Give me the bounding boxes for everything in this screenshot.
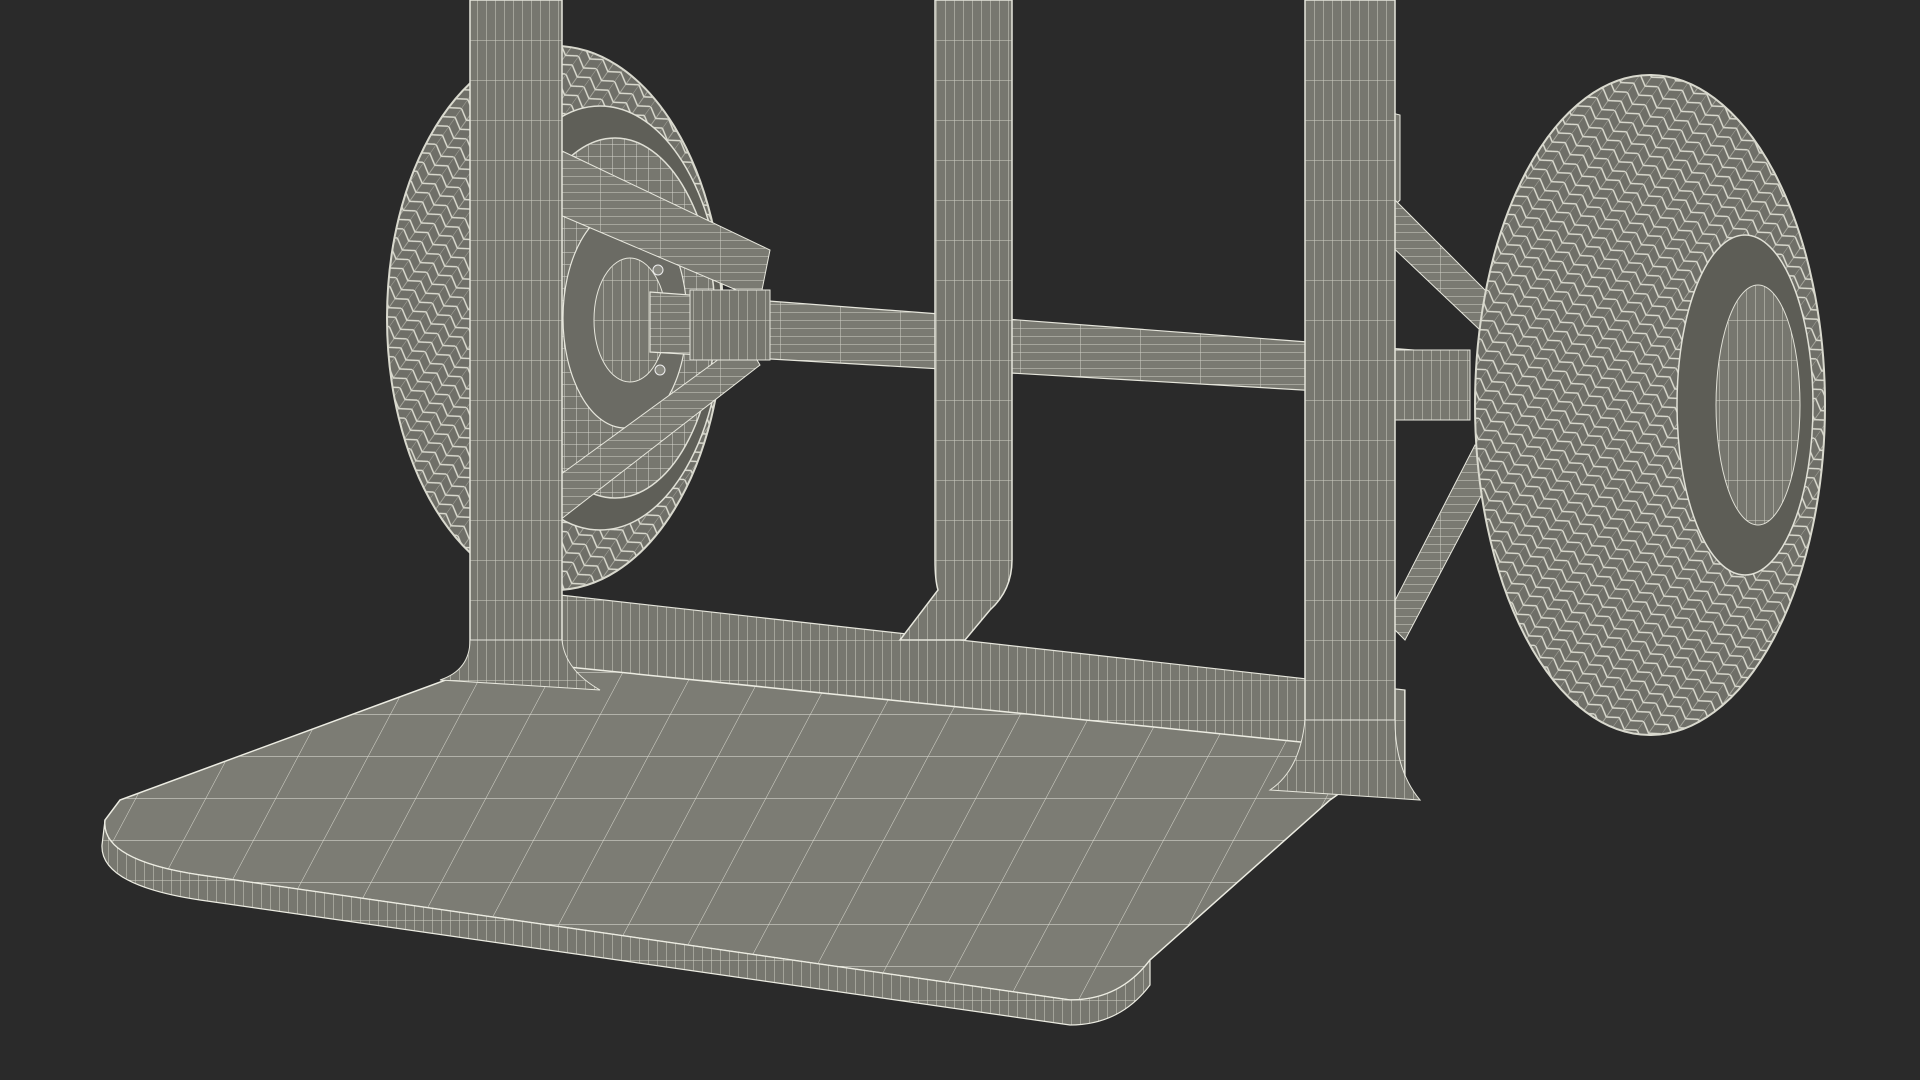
wireframe-render [0, 0, 1920, 1080]
right-wheel [1474, 74, 1826, 736]
